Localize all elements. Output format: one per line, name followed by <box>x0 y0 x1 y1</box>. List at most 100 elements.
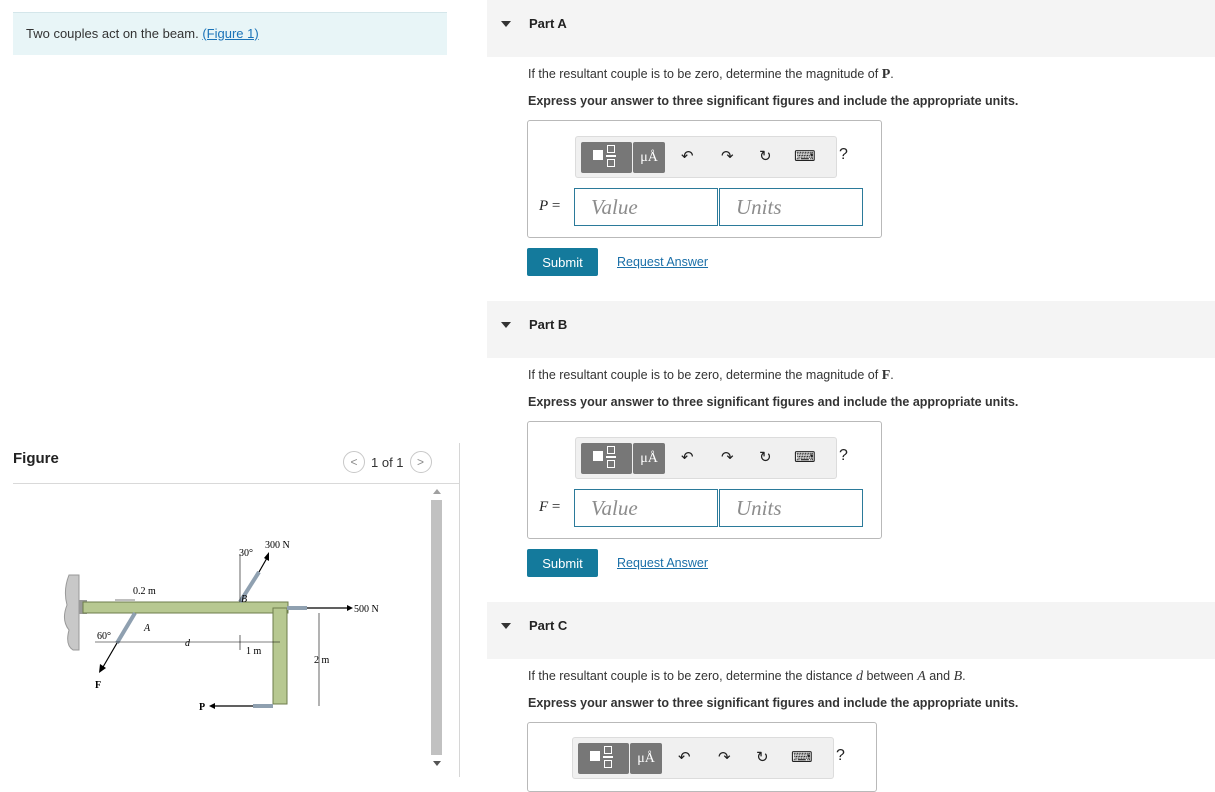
units-button[interactable]: μÅ <box>630 743 662 774</box>
part-c-answer-box: μÅ ↶ ↷ ↻ ⌨ ? <box>527 722 877 792</box>
part-a-answer-box: μÅ ↶ ↷ ↻ ⌨ ? P = Value Units <box>527 120 882 238</box>
f-label: F = <box>539 499 560 516</box>
part-b-prompt: If the resultant couple is to be zero, d… <box>528 368 894 384</box>
templates-button[interactable] <box>581 142 632 173</box>
label-02m: 0.2 m <box>133 586 156 597</box>
part-c-header[interactable]: Part C <box>487 602 1215 659</box>
label-angle-60: 60° <box>97 631 111 642</box>
part-a-prompt-end: . <box>890 67 894 81</box>
part-a-prompt: If the resultant couple is to be zero, d… <box>528 67 894 83</box>
part-b-submit-button[interactable]: Submit <box>527 549 598 577</box>
prev-figure-button[interactable]: < <box>343 451 365 473</box>
part-b-instruction: Express your answer to three significant… <box>528 395 1019 409</box>
left-panel: Two couples act on the beam. (Figure 1) … <box>0 0 460 777</box>
f-units-input[interactable]: Units <box>719 489 863 527</box>
label-f: F <box>95 680 101 691</box>
help-icon[interactable]: ? <box>836 747 845 765</box>
keyboard-icon[interactable]: ⌨ <box>794 448 816 466</box>
p-value-input[interactable]: Value <box>574 188 718 226</box>
figure-link[interactable]: (Figure 1) <box>202 26 258 41</box>
redo-icon[interactable]: ↷ <box>721 147 734 165</box>
f-equals: = <box>548 499 561 515</box>
chevron-right-icon: > <box>417 455 425 469</box>
help-icon[interactable]: ? <box>839 447 848 465</box>
part-b-header[interactable]: Part B <box>487 301 1215 358</box>
redo-icon[interactable]: ↷ <box>718 748 731 766</box>
p-units-input[interactable]: Units <box>719 188 863 226</box>
redo-icon[interactable]: ↷ <box>721 448 734 466</box>
part-c-title: Part C <box>529 618 568 633</box>
math-toolbar: μÅ ↶ ↷ ↻ ⌨ ? <box>572 737 845 779</box>
figure-heading: Figure <box>13 450 59 467</box>
label-500n: 500 N <box>354 604 379 615</box>
help-icon[interactable]: ? <box>839 146 848 164</box>
next-figure-button[interactable]: > <box>409 451 432 473</box>
strut-f <box>115 611 137 645</box>
label-point-a: A <box>143 623 151 634</box>
part-c-prompt-end: . <box>962 669 966 683</box>
label-point-b: B <box>241 594 247 605</box>
templates-button[interactable] <box>578 743 629 774</box>
math-toolbar: μÅ ↶ ↷ ↻ ⌨ ? <box>575 437 848 479</box>
reset-icon[interactable]: ↻ <box>756 748 769 766</box>
label-p: P <box>199 702 205 713</box>
label-angle-30: 30° <box>239 548 253 559</box>
part-a-header[interactable]: Part A <box>487 0 1215 57</box>
figure-scrollbar[interactable] <box>429 488 445 777</box>
undo-icon[interactable]: ↶ <box>681 448 694 466</box>
cable-p <box>253 704 273 708</box>
part-a-symbol: P <box>881 67 891 82</box>
part-b-prompt-text: If the resultant couple is to be zero, d… <box>528 368 882 382</box>
label-d: d <box>185 638 191 649</box>
part-a-submit-button[interactable]: Submit <box>527 248 598 276</box>
figure-divider <box>13 483 460 484</box>
label-1m: 1 m <box>246 646 262 657</box>
wall-support <box>63 574 80 651</box>
chevron-left-icon: < <box>350 455 358 469</box>
cable-500 <box>287 606 307 610</box>
part-c-instruction: Express your answer to three significant… <box>528 696 1019 710</box>
figure-page-count: 1 of 1 <box>371 454 404 470</box>
part-b-answer-box: μÅ ↶ ↷ ↻ ⌨ ? F = Value Units <box>527 421 882 539</box>
intro-text: Two couples act on the beam. <box>26 26 203 41</box>
caret-down-icon <box>501 21 511 27</box>
part-c-symbol-b: B <box>953 669 963 684</box>
caret-down-icon <box>501 322 511 328</box>
vertical-member <box>272 607 288 705</box>
part-a-prompt-text: If the resultant couple is to be zero, d… <box>528 67 882 81</box>
part-b-symbol: F <box>881 368 891 383</box>
f-value-input[interactable]: Value <box>574 489 718 527</box>
figure-pager: < 1 of 1 > <box>343 451 432 473</box>
panel-divider <box>459 443 460 777</box>
part-b-prompt-end: . <box>890 368 894 382</box>
problem-intro: Two couples act on the beam. (Figure 1) <box>13 12 447 55</box>
undo-icon[interactable]: ↶ <box>678 748 691 766</box>
undo-icon[interactable]: ↶ <box>681 147 694 165</box>
part-c-prompt-mid: between <box>862 669 918 683</box>
part-c-symbol-d: d <box>855 669 863 684</box>
units-button[interactable]: μÅ <box>633 142 665 173</box>
part-b-title: Part B <box>529 317 568 332</box>
part-c-prompt-and: and <box>925 669 954 683</box>
f-var: F <box>539 499 549 515</box>
part-a-request-answer[interactable]: Request Answer <box>617 255 708 269</box>
templates-button[interactable] <box>581 443 632 474</box>
math-toolbar: μÅ ↶ ↷ ↻ ⌨ ? <box>575 136 848 178</box>
p-label: P = <box>539 198 560 215</box>
units-button[interactable]: μÅ <box>633 443 665 474</box>
part-a-instruction: Express your answer to three significant… <box>528 94 1019 108</box>
reset-icon[interactable]: ↻ <box>759 147 772 165</box>
caret-down-icon <box>501 623 511 629</box>
p-equals: = <box>548 198 561 214</box>
part-a-title: Part A <box>529 16 567 31</box>
part-b-request-answer[interactable]: Request Answer <box>617 556 708 570</box>
scrollbar-thumb[interactable] <box>431 500 442 755</box>
part-c-symbol-a: A <box>917 669 926 684</box>
keyboard-icon[interactable]: ⌨ <box>794 147 816 165</box>
label-2m: 2 m <box>314 655 330 666</box>
part-c-prompt: If the resultant couple is to be zero, d… <box>528 669 966 685</box>
part-c-prompt-text: If the resultant couple is to be zero, d… <box>528 669 856 683</box>
keyboard-icon[interactable]: ⌨ <box>791 748 813 766</box>
reset-icon[interactable]: ↻ <box>759 448 772 466</box>
beam-figure: 300 N 30° B 500 N 0.2 m A 60° d 1 m 2 m … <box>63 540 379 713</box>
